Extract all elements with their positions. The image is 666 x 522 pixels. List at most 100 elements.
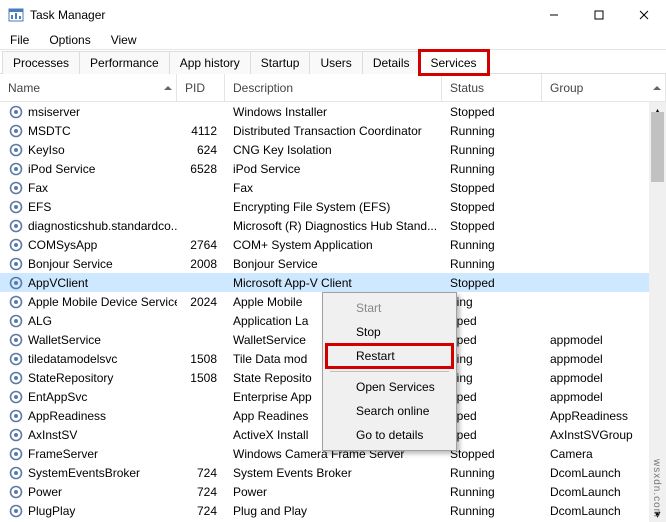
minimize-button[interactable] (531, 0, 576, 30)
gear-icon (8, 123, 24, 139)
service-description: Encrypting File System (EFS) (225, 200, 442, 214)
service-description: Plug and Play (225, 504, 442, 518)
col-pid[interactable]: PID (177, 74, 225, 101)
service-pid: 1508 (177, 352, 225, 366)
service-group: AxInstSVGroup (542, 428, 666, 442)
gear-icon (8, 313, 24, 329)
tab-performance[interactable]: Performance (79, 51, 170, 74)
service-status: Stopped (442, 276, 542, 290)
service-row[interactable]: SystemEventsBroker724System Events Broke… (0, 463, 666, 482)
service-description: Windows Installer (225, 105, 442, 119)
menu-view[interactable]: View (107, 31, 141, 49)
col-name[interactable]: Name (0, 74, 177, 101)
service-name: EntAppSvc (0, 389, 177, 405)
service-name: PlugPlay (0, 503, 177, 519)
column-headers: Name PID Description Status Group (0, 74, 666, 102)
service-status: Running (442, 238, 542, 252)
tab-services[interactable]: Services (420, 51, 488, 74)
tab-details[interactable]: Details (362, 51, 421, 74)
gear-icon (8, 161, 24, 177)
service-row[interactable]: MSDTC4112Distributed Transaction Coordin… (0, 121, 666, 140)
titlebar[interactable]: Task Manager (0, 0, 666, 30)
menu-item-search-online[interactable]: Search online (326, 399, 453, 423)
service-group: DcomLaunch (542, 504, 666, 518)
service-description: CNG Key Isolation (225, 143, 442, 157)
service-row[interactable]: Bonjour Service2008Bonjour ServiceRunnin… (0, 254, 666, 273)
col-status[interactable]: Status (442, 74, 542, 101)
gear-icon (8, 256, 24, 272)
service-group: appmodel (542, 390, 666, 404)
service-status: Stopped (442, 447, 542, 461)
menubar: File Options View (0, 30, 666, 50)
task-manager-window: Task Manager File Options View Processes… (0, 0, 666, 522)
service-name: Fax (0, 180, 177, 196)
gear-icon (8, 218, 24, 234)
service-pid: 2764 (177, 238, 225, 252)
service-name: tiledatamodelsvc (0, 351, 177, 367)
service-pid: 6528 (177, 162, 225, 176)
service-status: pped (442, 390, 542, 404)
service-row[interactable]: Power724PowerRunningDcomLaunch (0, 482, 666, 501)
gear-icon (8, 465, 24, 481)
service-group: DcomLaunch (542, 466, 666, 480)
service-description: COM+ System Application (225, 238, 442, 252)
gear-icon (8, 294, 24, 310)
service-pid: 724 (177, 466, 225, 480)
service-status: Stopped (442, 219, 542, 233)
service-name: EFS (0, 199, 177, 215)
gear-icon (8, 351, 24, 367)
service-row[interactable]: AppVClientMicrosoft App-V ClientStopped (0, 273, 666, 292)
service-row[interactable]: KeyIso624CNG Key IsolationRunning (0, 140, 666, 159)
service-status: pped (442, 428, 542, 442)
service-status: Running (442, 124, 542, 138)
menu-item-stop[interactable]: Stop (326, 320, 453, 344)
service-row[interactable]: diagnosticshub.standardco...Microsoft (R… (0, 216, 666, 235)
scroll-thumb[interactable] (651, 112, 664, 182)
service-row[interactable]: COMSysApp2764COM+ System ApplicationRunn… (0, 235, 666, 254)
menu-item-go-to-details[interactable]: Go to details (326, 423, 453, 447)
sort-asc-icon (164, 86, 172, 90)
tab-apphistory[interactable]: App history (169, 51, 251, 74)
menu-item-restart[interactable]: Restart (326, 344, 453, 368)
service-row[interactable]: iPod Service6528iPod ServiceRunning (0, 159, 666, 178)
menu-file[interactable]: File (6, 31, 33, 49)
service-status: ning (442, 352, 542, 366)
service-name: AxInstSV (0, 427, 177, 443)
service-name: StateRepository (0, 370, 177, 386)
gear-icon (8, 503, 24, 519)
service-description: Fax (225, 181, 442, 195)
col-group[interactable]: Group (542, 74, 666, 101)
service-name: WalletService (0, 332, 177, 348)
sort-asc-icon (653, 86, 661, 90)
service-name: KeyIso (0, 142, 177, 158)
service-description: Microsoft App-V Client (225, 276, 442, 290)
service-pid: 1508 (177, 371, 225, 385)
service-row[interactable]: msiserverWindows InstallerStopped (0, 102, 666, 121)
close-button[interactable] (621, 0, 666, 30)
gear-icon (8, 389, 24, 405)
menu-item-open-services[interactable]: Open Services (326, 375, 453, 399)
services-list: msiserver Windows Installer Stopped MSDTC41… (0, 102, 666, 522)
tab-processes[interactable]: Processes (2, 51, 80, 74)
service-status: Stopped (442, 181, 542, 195)
tab-startup[interactable]: Startup (250, 51, 311, 74)
service-status: Running (442, 143, 542, 157)
context-menu: StartStopRestartOpen ServicesSearch onli… (322, 292, 457, 451)
service-name: msiserver (0, 104, 177, 120)
tab-users[interactable]: Users (309, 51, 362, 74)
service-row[interactable]: FaxFaxStopped (0, 178, 666, 197)
gear-icon (8, 275, 24, 291)
service-row[interactable]: EFS Encrypting File System (EFS)Stopped (0, 197, 666, 216)
app-icon (8, 7, 24, 23)
menu-separator (330, 371, 449, 372)
menu-options[interactable]: Options (45, 31, 94, 49)
service-row[interactable]: PlugPlay724Plug and PlayRunningDcomLaunc… (0, 501, 666, 520)
service-status: Stopped (442, 200, 542, 214)
col-description[interactable]: Description (225, 74, 442, 101)
service-name: iPod Service (0, 161, 177, 177)
maximize-button[interactable] (576, 0, 621, 30)
service-status: Running (442, 162, 542, 176)
service-description: Microsoft (R) Diagnostics Hub Stand... (225, 219, 442, 233)
service-name: ALG (0, 313, 177, 329)
service-name: FrameServer (0, 446, 177, 462)
